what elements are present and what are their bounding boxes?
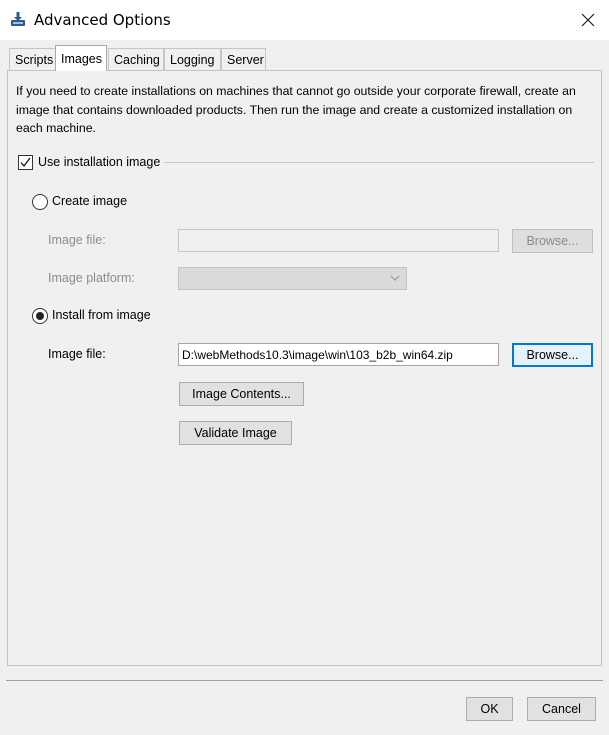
install-image-file-input[interactable]: D:\webMethods10.3\image\win\103_b2b_win6… xyxy=(178,343,499,366)
install-from-image-label: Install from image xyxy=(52,308,151,322)
footer-divider xyxy=(6,680,603,681)
tab-caching[interactable]: Caching xyxy=(108,48,164,70)
create-image-browse-button: Browse... xyxy=(512,229,593,253)
install-from-image-radio[interactable] xyxy=(32,308,48,324)
install-image-file-label: Image file: xyxy=(48,347,106,361)
create-image-file-input xyxy=(178,229,499,252)
tab-scripts[interactable]: Scripts xyxy=(9,48,56,70)
description-text: If you need to create installations on m… xyxy=(16,84,576,135)
use-installation-image-checkbox[interactable] xyxy=(18,155,33,170)
tab-server[interactable]: Server xyxy=(221,48,266,70)
create-image-radio[interactable] xyxy=(32,194,48,210)
validate-image-button[interactable]: Validate Image xyxy=(179,421,292,445)
create-image-label: Create image xyxy=(52,194,128,208)
tab-logging[interactable]: Logging xyxy=(164,48,221,70)
create-image-file-label: Image file: xyxy=(48,233,106,247)
image-contents-button[interactable]: Image Contents... xyxy=(179,382,304,406)
installer-download-icon xyxy=(10,11,26,27)
checkmark-icon xyxy=(20,157,31,168)
tab-images[interactable]: Images xyxy=(55,45,107,71)
use-installation-image-label: Use installation image xyxy=(38,155,161,169)
window-title: Advanced Options xyxy=(34,11,171,29)
section-divider xyxy=(164,162,594,163)
radio-selected-dot xyxy=(36,312,44,320)
chevron-down-icon xyxy=(390,275,400,281)
install-image-browse-button[interactable]: Browse... xyxy=(512,343,593,367)
close-icon xyxy=(581,13,595,27)
close-button[interactable] xyxy=(572,6,604,34)
ok-button[interactable]: OK xyxy=(466,697,513,721)
image-platform-select xyxy=(178,267,407,290)
cancel-button[interactable]: Cancel xyxy=(527,697,596,721)
image-platform-label: Image platform: xyxy=(48,271,135,285)
title-bar: Advanced Options xyxy=(0,0,609,40)
